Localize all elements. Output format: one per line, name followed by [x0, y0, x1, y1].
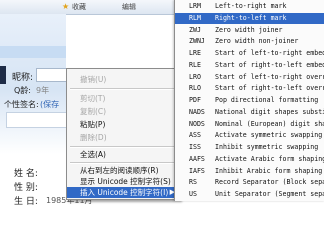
nickname-input[interactable] — [36, 68, 68, 82]
menu-insert-unicode-control[interactable]: 插入 Unicode 控制字符(I) ▶ — [67, 187, 179, 198]
submenu-item-code: NODS — [189, 119, 205, 128]
submenu-item-description: Zero width non-joiner — [215, 37, 299, 46]
submenu-item-code: AAFS — [189, 154, 205, 163]
toolbar-edit[interactable]: 编辑 — [122, 2, 136, 12]
menu-separator — [70, 162, 176, 164]
submenu-item-code: ZWJ — [189, 25, 201, 34]
submenu-item-description: Activate Arabic form shaping — [215, 154, 324, 163]
submenu-item-rlo[interactable]: RLO Start of right-to-left overri — [175, 83, 324, 95]
submenu-item-description: Left-to-right mark — [215, 2, 287, 10]
menu-rtl-reading-order[interactable]: 从右到左的阅读顺序(R) — [67, 165, 179, 176]
submenu-item-iss[interactable]: ISS Inhibit symmetric swapping — [175, 142, 324, 154]
menu-separator — [70, 88, 176, 90]
menu-show-unicode-control[interactable]: 显示 Unicode 控制字符(S) — [67, 176, 179, 187]
submenu-item-code: LRM — [189, 2, 201, 10]
name-label: 姓 名: — [14, 169, 38, 179]
menu-insert-unicode-label: 插入 Unicode 控制字符(I) — [80, 188, 169, 197]
submenu-item-code: US — [189, 190, 197, 198]
submenu-item-code: LRE — [189, 49, 201, 57]
submenu-item-code: NADS — [189, 107, 205, 116]
submenu-item-iafs[interactable]: IAFS Inhibit Arabic form shaping — [175, 166, 324, 178]
submenu-item-code: RS — [189, 178, 197, 187]
submenu-item-nads[interactable]: NADS National digit shapes substitu — [175, 107, 324, 119]
qage-label: Q龄: — [14, 86, 31, 95]
submenu-item-zwnj[interactable]: ZWNJ Zero width non-joiner — [175, 36, 324, 48]
menu-cut[interactable]: 剪切(T) — [67, 93, 179, 104]
submenu-item-code: IAFS — [189, 166, 205, 175]
submenu-item-description: Inhibit symmetric swapping — [215, 143, 319, 151]
submenu-item-code: ISS — [189, 143, 201, 151]
birthday-label: 生 日: — [14, 197, 38, 207]
signature-label: 个性签名: — [4, 100, 39, 109]
panel-header-strip — [0, 46, 66, 58]
unicode-control-submenu: LRM Left-to-right mark RLM Right-to-left ma… — [174, 0, 324, 201]
qage-value: 9年 — [36, 86, 50, 95]
submenu-item-description: Activate symmetric swapping — [215, 131, 323, 140]
submenu-item-code: LRO — [189, 72, 201, 81]
submenu-item-description: Start of left-to-right overri — [215, 72, 324, 81]
submenu-item-code: PDF — [189, 96, 201, 104]
menu-undo[interactable]: 撤销(U) — [67, 74, 179, 85]
menu-paste[interactable]: 粘贴(P) — [67, 119, 179, 130]
menu-copy[interactable]: 复制(C) — [67, 106, 179, 117]
submenu-item-rs[interactable]: RS Record Separator (Block separ — [175, 177, 324, 189]
submenu-item-description: Nominal (European) digit shap — [215, 119, 324, 128]
submenu-item-rle[interactable]: RLE Start of right-to-left embedd — [175, 60, 324, 72]
submenu-item-aafs[interactable]: AAFS Activate Arabic form shaping — [175, 154, 324, 166]
submenu-item-description: Unit Separator (Segment separ — [215, 190, 324, 198]
submenu-item-zwj[interactable]: ZWJ Zero width joiner — [175, 25, 324, 37]
submenu-item-rlm[interactable]: RLM Right-to-left mark — [175, 12, 324, 25]
submenu-item-pdf[interactable]: PDF Pop directional formatting — [175, 95, 324, 107]
submenu-item-ass[interactable]: ASS Activate symmetric swapping — [175, 130, 324, 142]
submenu-item-description: Inhibit Arabic form shaping — [215, 166, 323, 175]
menu-separator — [70, 146, 176, 148]
nickname-label: 昵称: — [12, 73, 34, 83]
gender-label: 性 别: — [14, 183, 38, 193]
context-menu: 撤销(U) 剪切(T) 复制(C) 粘贴(P) 删除(D) 全选(A) 从右到左… — [66, 68, 180, 200]
submenu-item-code: RLE — [189, 60, 201, 69]
menu-select-all[interactable]: 全选(A) — [67, 149, 179, 160]
signature-save-link[interactable]: (保存 — [40, 99, 59, 110]
submenu-item-lrm[interactable]: LRM Left-to-right mark — [175, 1, 324, 13]
menu-delete[interactable]: 删除(D) — [67, 132, 179, 143]
submenu-item-nods[interactable]: NODS Nominal (European) digit shap — [175, 119, 324, 131]
submenu-item-description: Start of left-to-right embedd — [215, 49, 324, 57]
submenu-item-description: Start of right-to-left embedd — [215, 60, 324, 69]
submenu-item-description: Record Separator (Block separ — [215, 178, 324, 187]
submenu-item-lro[interactable]: LRO Start of left-to-right overri — [175, 72, 324, 84]
submenu-item-description: Right-to-left mark — [215, 13, 287, 22]
favorites-star-icon[interactable]: ★ — [62, 2, 69, 11]
signature-input[interactable] — [6, 112, 68, 128]
submenu-item-description: National digit shapes substitu — [215, 107, 324, 116]
toolbar-favorites[interactable]: 收藏 — [72, 2, 86, 12]
submenu-item-code: ASS — [189, 131, 201, 140]
submenu-item-code: RLO — [189, 84, 201, 93]
submenu-item-code: ZWNJ — [189, 37, 205, 46]
submenu-item-us[interactable]: US Unit Separator (Segment separ — [175, 189, 324, 201]
submenu-item-description: Start of right-to-left overri — [215, 84, 324, 93]
panel-accent-block — [0, 66, 6, 84]
submenu-item-description: Pop directional formatting — [215, 96, 319, 104]
submenu-item-lre[interactable]: LRE Start of left-to-right embedd — [175, 48, 324, 60]
submenu-item-code: RLM — [189, 13, 201, 22]
submenu-item-description: Zero width joiner — [215, 25, 283, 34]
